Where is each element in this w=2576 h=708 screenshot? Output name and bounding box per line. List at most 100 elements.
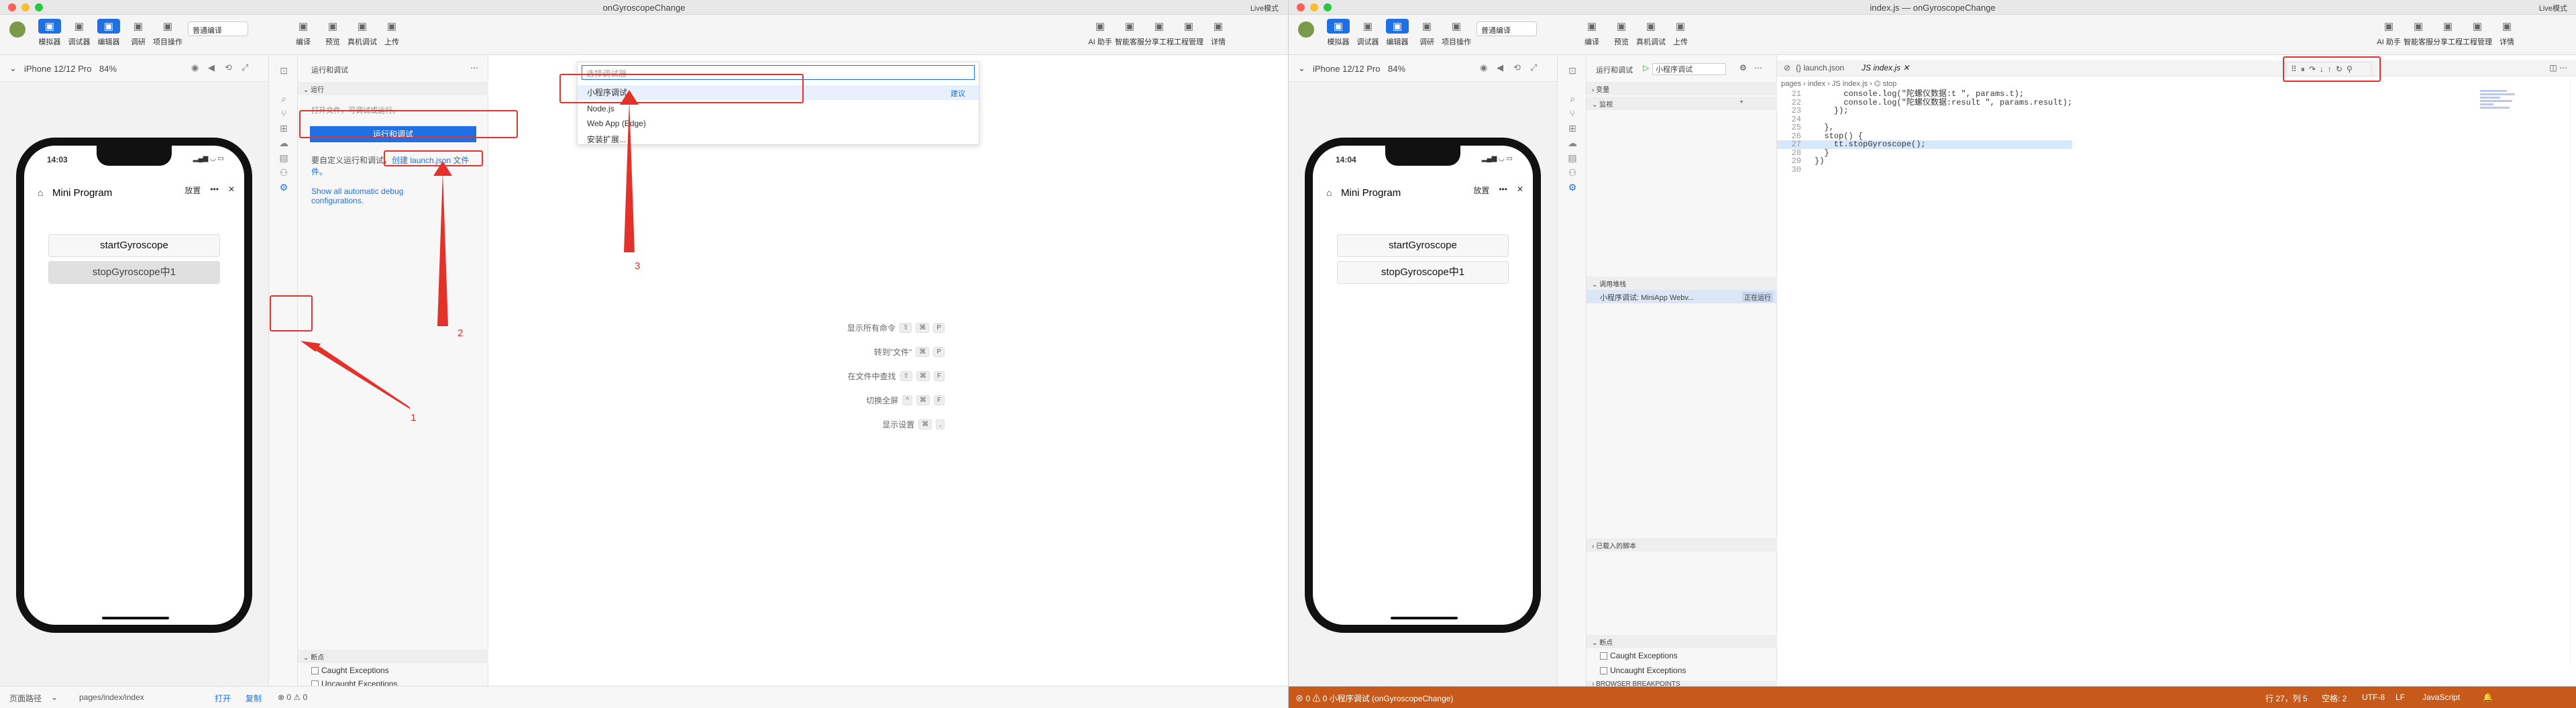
ellipsis-icon[interactable]: ⊘ — [1784, 63, 1790, 72]
caught-exceptions-checkbox[interactable]: Caught Exceptions — [1600, 651, 1678, 660]
start-gyroscope-button[interactable]: startGyroscope — [48, 234, 220, 257]
sparkle-icon: ▣ — [1095, 21, 1106, 32]
toolbar-label: 上传 — [1673, 38, 1688, 46]
toolbar-left-4[interactable]: ▣ 项目操作 — [1438, 19, 1475, 47]
home-icon[interactable]: ⌂ — [38, 187, 43, 198]
activity-bar: ⊡ ⌕ ⑂ ⊞ ☁ ▤ ⚇ ⚙ — [268, 55, 298, 686]
chevron-down-icon[interactable]: ⌄ — [1298, 63, 1305, 74]
explorer-icon[interactable]: ⊡ — [275, 62, 292, 79]
toolbar-mid-3[interactable]: ▣ 上传 — [1662, 19, 1699, 47]
copy-link[interactable]: 复制 — [246, 693, 262, 704]
volume-icon[interactable]: ◀ — [208, 62, 215, 73]
eye-icon: ▣ — [327, 21, 338, 32]
more-icon[interactable]: ⋯ — [470, 63, 478, 72]
phone-screen: 14:04 ▂▄▆ ◡ ▭ ⌂ Mini Program 放置 ••• ✕ star… — [1313, 146, 1533, 625]
compile-mode-select[interactable]: 普通编译 — [1477, 21, 1537, 36]
device-select[interactable]: iPhone 12/12 Pro — [24, 64, 91, 74]
caught-exceptions-checkbox[interactable]: Caught Exceptions — [311, 666, 389, 675]
eol[interactable]: LF — [2396, 693, 2405, 702]
notch — [1385, 146, 1460, 166]
phone-frame: 14:04 ▂▄▆ ◡ ▭ ⌂ Mini Program 放置 ••• ✕ star… — [1305, 138, 1541, 633]
section-watch[interactable]: ⌄ 监视 + — [1587, 97, 1777, 110]
toolbar-right-4[interactable]: ▣ 详情 — [2488, 19, 2526, 47]
indent-setting[interactable]: 空格: 2 — [2322, 693, 2347, 704]
nav-action[interactable]: 放置 — [1473, 185, 1489, 196]
expand-icon[interactable]: ⤢ — [1530, 62, 1537, 73]
stop-gyroscope-button[interactable]: stopGyroscope中1 — [48, 261, 220, 284]
more-icon[interactable]: ••• — [210, 185, 219, 196]
cursor-position[interactable]: 行 27，列 5 — [2265, 693, 2308, 704]
expand-icon[interactable]: ⤢ — [241, 62, 248, 73]
language-mode[interactable]: JavaScript — [2422, 693, 2460, 702]
gear-icon[interactable]: ⚙ — [1739, 63, 1747, 72]
quickpick-item-node[interactable]: Node.js — [587, 104, 614, 113]
section-run[interactable]: ⌄ 运行 — [298, 82, 488, 95]
toolbar-right-4[interactable]: ▣ 详情 — [1199, 19, 1237, 47]
device-select[interactable]: iPhone 12/12 Pro — [1313, 64, 1380, 74]
record-icon[interactable]: ◉ — [1480, 62, 1487, 73]
panel-title: 运行和调试 — [1596, 66, 1633, 74]
chevron-down-icon[interactable]: ⌄ — [9, 63, 17, 74]
chevron-down-icon[interactable]: ⌄ — [51, 693, 58, 702]
page-path-label: 页面路径 — [9, 694, 42, 703]
bell-icon[interactable]: 🔔 — [2483, 693, 2493, 702]
volume-icon[interactable]: ◀ — [1497, 62, 1503, 73]
rotate-icon[interactable]: ⟲ — [225, 62, 232, 73]
menu-icon: ▣ — [1213, 21, 1224, 32]
section-breakpoints[interactable]: ⌄ 断点 — [298, 650, 488, 663]
explorer-icon[interactable]: ⊡ — [1564, 62, 1581, 79]
line-number: 29 — [1791, 156, 1801, 166]
debug-status[interactable]: ⊗ 0 ⚠ 0 小程序调试 (onGyroscopeChange) — [1295, 693, 1453, 704]
debug-icon[interactable]: ⚙ — [275, 179, 292, 196]
debug-icon[interactable]: ⚙ — [1564, 179, 1581, 196]
live-mode-toggle[interactable]: Live模式 — [1250, 3, 1279, 13]
stop-gyroscope-button[interactable]: stopGyroscope中1 — [1337, 261, 1509, 284]
toolbar-mid-3[interactable]: ▣ 上传 — [373, 19, 411, 47]
close-icon[interactable]: ✕ — [1517, 185, 1523, 196]
section-breakpoints[interactable]: ⌄ 断点 — [1587, 635, 1777, 648]
vertical-scrollbar[interactable] — [2570, 75, 2576, 666]
toolbar-label: 项目操作 — [1442, 38, 1471, 46]
more-icon[interactable]: ⋯ — [1754, 63, 1762, 72]
minimap[interactable] — [2480, 90, 2520, 144]
close-icon[interactable]: ✕ — [228, 185, 235, 196]
nav-title: Mini Program — [52, 187, 113, 199]
problems-count[interactable]: ⊗ 0 ⚠ 0 — [278, 693, 307, 702]
suggest-label: 建议 — [951, 90, 965, 98]
open-link[interactable]: 打开 — [215, 693, 231, 704]
compile-mode-select[interactable]: 普通编译 — [188, 21, 248, 36]
avatar[interactable] — [1298, 21, 1314, 38]
code-view[interactable]: 21 console.log("陀螺仪数据:t ", params.t); 22 … — [1777, 90, 2073, 174]
section-callstack[interactable]: ⌄ 调用堆栈 — [1587, 276, 1777, 290]
show-all-configs-link[interactable]: Show all automatic debug configurations. — [311, 187, 445, 205]
callstack-item[interactable]: 小程序调试: MiniApp Webv... 正在运行 — [1587, 290, 1777, 303]
nav-action[interactable]: 放置 — [184, 185, 201, 196]
start-debug-icon[interactable]: ▷ — [1643, 63, 1649, 72]
toolbar-label: 编辑器 — [1386, 38, 1409, 46]
live-mode-toggle[interactable]: Live模式 — [2539, 3, 2567, 13]
more-icon[interactable]: ••• — [1499, 185, 1507, 196]
shortcut-key: , — [936, 419, 945, 429]
quickpick-item-webapp[interactable]: Web App (Edge) — [587, 119, 646, 128]
split-editor-icon[interactable]: ◫ ⋯ — [2549, 63, 2567, 72]
encoding[interactable]: UTF-8 — [2362, 693, 2385, 702]
tab-index-js[interactable]: JS index.js ✕ — [1862, 63, 1909, 72]
toolbar-left-4[interactable]: ▣ 项目操作 — [149, 19, 186, 47]
tab-launch-json[interactable]: {} launch.json — [1796, 63, 1844, 72]
start-gyroscope-button[interactable]: startGyroscope — [1337, 234, 1509, 257]
home-icon[interactable]: ⌂ — [1326, 187, 1332, 198]
phone-screen: 14:03 ▂▄▆ ◡ ▭ ⌂ Mini Program 放置 ••• ✕ star… — [24, 146, 244, 625]
uncaught-exceptions-checkbox[interactable]: Uncaught Exceptions — [1600, 666, 1686, 675]
quickpick-item-install[interactable]: 安装扩展... — [587, 134, 626, 145]
record-icon[interactable]: ◉ — [191, 62, 199, 73]
debug-config-select[interactable]: 小程序调试 — [1652, 63, 1726, 75]
shortcut-label: 显示所有命令 — [847, 323, 896, 333]
zoom-select[interactable]: 84% — [99, 64, 117, 74]
code-line: 30 — [1777, 165, 2072, 174]
zoom-select[interactable]: 84% — [1388, 64, 1405, 74]
refresh-icon: ▣ — [1587, 21, 1597, 32]
rotate-icon[interactable]: ⟲ — [1513, 62, 1521, 73]
section-variables[interactable]: › 变量 — [1587, 82, 1777, 95]
section-loaded-scripts[interactable]: › 已载入的脚本 — [1587, 538, 1777, 552]
avatar[interactable] — [9, 21, 25, 38]
